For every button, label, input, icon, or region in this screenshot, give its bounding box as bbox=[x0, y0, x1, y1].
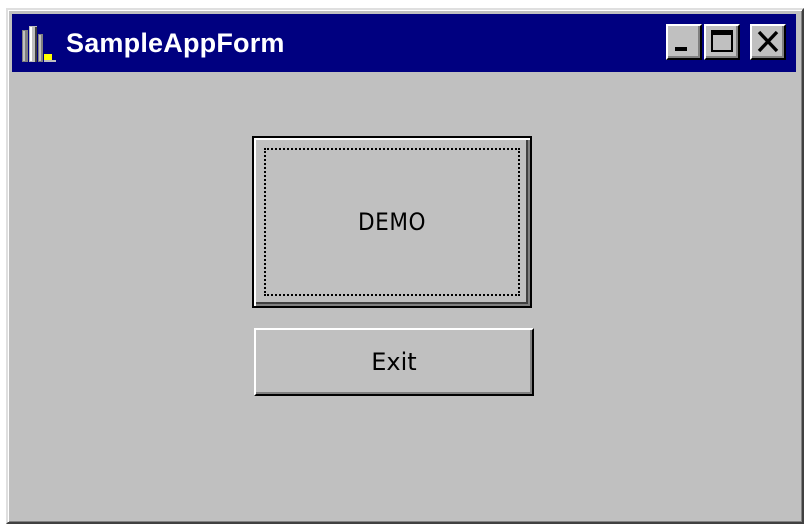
exit-button-label: Exit bbox=[371, 348, 417, 376]
window-title: SampleAppForm bbox=[66, 28, 285, 58]
app-icon[interactable] bbox=[20, 24, 58, 64]
minimize-button[interactable] bbox=[666, 24, 702, 60]
app-window: SampleAppForm DEMO Exit bbox=[6, 8, 804, 524]
form-client-area: DEMO Exit bbox=[12, 72, 798, 516]
maximize-icon bbox=[711, 30, 733, 52]
maximize-button[interactable] bbox=[704, 24, 740, 60]
exit-button[interactable]: Exit bbox=[254, 328, 534, 396]
close-icon bbox=[757, 30, 779, 53]
app-icon-graphic bbox=[22, 26, 56, 62]
demo-button[interactable]: DEMO bbox=[252, 136, 532, 308]
minimize-icon bbox=[675, 47, 687, 51]
close-button[interactable] bbox=[750, 24, 786, 60]
demo-button-label: DEMO bbox=[358, 208, 426, 236]
title-bar[interactable]: SampleAppForm bbox=[12, 14, 796, 72]
